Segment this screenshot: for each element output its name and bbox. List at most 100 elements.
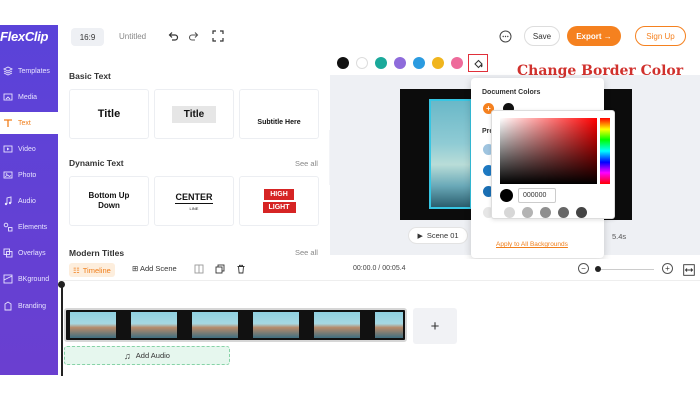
- sidebar-item-label: Templates: [18, 67, 50, 75]
- document-colors-label: Document Colors: [482, 89, 541, 96]
- add-scene-button[interactable]: ⊞ Add Scene: [132, 264, 177, 273]
- clip-thumbnail: [70, 312, 116, 338]
- clip-thumbnail: [375, 312, 403, 338]
- scene-play-button[interactable]: ▶ Scene 01: [408, 227, 468, 244]
- palette-color-teal[interactable]: [375, 57, 387, 69]
- sidebar-item-photo[interactable]: Photo: [0, 164, 58, 186]
- timeline-icon: ☷: [73, 265, 80, 275]
- save-button[interactable]: Save: [524, 26, 560, 46]
- gray-preset-color[interactable]: [522, 207, 533, 218]
- clip-thumbnail: [253, 312, 299, 338]
- palette-color-white[interactable]: [356, 57, 368, 69]
- sidebar-item-label: Overlays: [18, 249, 46, 257]
- gray-preset-color[interactable]: [558, 207, 569, 218]
- dynamic-text-heading: Dynamic Text: [69, 158, 124, 168]
- sidebar-item-elements[interactable]: Elements: [0, 216, 58, 238]
- card-highlight-text-top: HIGH: [264, 189, 294, 200]
- card-subtitle-text: Subtitle Here: [257, 118, 301, 126]
- sidebar-item-audio[interactable]: Audio: [0, 190, 58, 212]
- delete-icon[interactable]: [236, 264, 246, 274]
- sidebar-item-branding[interactable]: Branding: [0, 295, 58, 317]
- sidebar-item-overlays[interactable]: Overlays: [0, 242, 58, 264]
- sidebar-item-background[interactable]: BKground: [0, 268, 58, 290]
- flexclip-editor: FlexClip Templates Media Text Video Phot…: [0, 0, 700, 400]
- video-icon: [3, 144, 13, 154]
- card-dynamic-text: Bottom Up Down: [88, 191, 130, 210]
- sidebar-item-label: Audio: [18, 197, 36, 205]
- saturation-value-area[interactable]: [500, 118, 597, 184]
- basic-text-card-title[interactable]: Title: [69, 89, 149, 139]
- add-audio-button[interactable]: ♫ Add Audio: [64, 346, 230, 365]
- basic-text-card-title-boxed[interactable]: Title: [154, 89, 234, 139]
- sidebar-item-templates[interactable]: Templates: [0, 60, 58, 82]
- timeline-tab-label: Timeline: [82, 265, 111, 275]
- annotation-label: Change Border Color: [517, 63, 684, 79]
- sidebar-item-label: Text: [18, 119, 31, 127]
- sidebar-item-text[interactable]: Text: [0, 112, 58, 134]
- chat-icon[interactable]: [499, 30, 512, 43]
- zoom-slider-handle[interactable]: [595, 266, 601, 272]
- palette-color-black[interactable]: [337, 57, 349, 69]
- elements-icon: [3, 222, 13, 232]
- scene-duration: 5.4s: [612, 232, 627, 241]
- text-panel: [58, 50, 331, 258]
- split-icon[interactable]: [194, 264, 204, 274]
- sidebar-item-video[interactable]: Video: [0, 138, 58, 160]
- zoom-slider-track[interactable]: [598, 269, 654, 270]
- sidebar-item-media[interactable]: Media: [0, 86, 58, 108]
- palette-color-yellow[interactable]: [432, 57, 444, 69]
- export-button[interactable]: Export →: [567, 26, 621, 46]
- sidebar-item-label: BKground: [18, 275, 50, 283]
- zoom-out-button[interactable]: −: [578, 263, 589, 274]
- apply-to-all-backgrounds-link[interactable]: Apply to All Backgrounds: [496, 241, 568, 248]
- clip-thumbnail: [314, 312, 360, 338]
- background-icon: [3, 274, 13, 284]
- templates-icon: [3, 66, 13, 76]
- palette-color-pink[interactable]: [451, 57, 463, 69]
- media-icon: [3, 92, 13, 102]
- playhead[interactable]: [61, 284, 63, 376]
- sidebar-item-label: Media: [18, 93, 38, 101]
- dynamic-card-bottom-up-down[interactable]: Bottom Up Down: [69, 176, 149, 226]
- basic-text-card-subtitle[interactable]: Subtitle Here: [239, 89, 319, 139]
- hex-color-input[interactable]: 000000: [518, 188, 556, 203]
- gray-preset-color[interactable]: [540, 207, 551, 218]
- gray-preset-color[interactable]: [504, 207, 515, 218]
- photo-icon: [3, 170, 13, 180]
- hue-slider[interactable]: [600, 118, 610, 184]
- music-note-icon: ♫: [124, 350, 131, 361]
- basic-text-heading: Basic Text: [69, 71, 111, 81]
- clip-thumbnail: [131, 312, 177, 338]
- card-title-text: Title: [171, 105, 217, 123]
- dynamic-card-center-line[interactable]: CENTER LINE: [154, 176, 234, 226]
- zoom-in-button[interactable]: +: [662, 263, 673, 274]
- duplicate-icon[interactable]: [215, 264, 225, 274]
- palette-color-purple[interactable]: [394, 57, 406, 69]
- add-clip-button[interactable]: +: [413, 308, 457, 344]
- card-title-text: Title: [97, 108, 121, 120]
- sidebar-item-label: Video: [18, 145, 36, 153]
- overlays-icon: [3, 248, 13, 258]
- fit-timeline-icon[interactable]: [683, 263, 695, 276]
- palette-color-blue[interactable]: [413, 57, 425, 69]
- aspect-ratio-button[interactable]: 16:9: [71, 28, 104, 46]
- card-dynamic-subtext: LINE: [189, 205, 199, 211]
- dynamic-card-highlight[interactable]: HIGH LIGHT: [239, 176, 319, 226]
- border-color-icon[interactable]: [468, 54, 488, 72]
- video-preview-image[interactable]: [429, 99, 472, 209]
- current-color-swatch: [500, 189, 513, 202]
- redo-icon[interactable]: [188, 30, 200, 42]
- gray-preset-color[interactable]: [576, 207, 587, 218]
- app-logo[interactable]: FlexClip: [0, 29, 48, 44]
- modern-see-all-link[interactable]: See all: [295, 248, 318, 257]
- undo-icon[interactable]: [167, 30, 179, 42]
- dynamic-see-all-link[interactable]: See all: [295, 159, 318, 168]
- timeline-time-readout: 00:00.0 / 00:05.4: [353, 265, 406, 272]
- sidebar-item-label: Branding: [18, 302, 47, 310]
- document-title[interactable]: Untitled: [119, 32, 146, 41]
- fullscreen-icon[interactable]: [212, 30, 224, 42]
- timeline-tab[interactable]: ☷ Timeline: [69, 263, 115, 277]
- branding-icon: [3, 301, 13, 311]
- sign-up-button[interactable]: Sign Up: [635, 26, 686, 46]
- playhead-handle[interactable]: [58, 281, 65, 288]
